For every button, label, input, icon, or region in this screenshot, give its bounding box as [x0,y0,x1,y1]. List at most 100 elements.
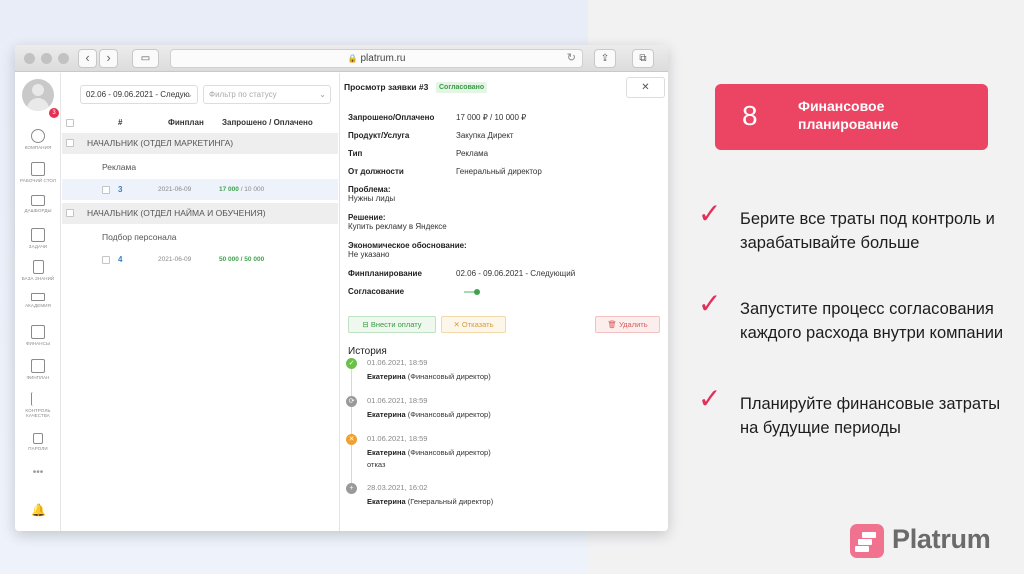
field-label: Финпланирование [348,269,422,278]
period-filter-select[interactable]: 02.06 - 09.06.2021 - Следую ⌄ [80,85,198,104]
forward-icon[interactable]: › [99,49,118,68]
lock-icon: 🔒 [347,54,358,63]
reject-button[interactable]: ✕ Отказать [441,316,506,333]
section-heading: Финансовое планирование [798,98,899,132]
history-author: Екатерина (Финансовый директор) [367,372,491,381]
table-header: # Финплан Запрошено / Оплачено [62,115,338,131]
platrum-logo-icon [850,524,884,558]
sidebar-item-label: ФИНПЛАН [26,375,50,380]
table-row[interactable]: 4 2021-06-09 50 000 / 50 000 [62,249,338,270]
sidebar-item-label: КОНТРОЛЬ КАЧЕСТВА [25,408,51,418]
reject-button-label: Отказать [461,320,494,329]
academy-icon [31,293,45,301]
field-value: Нужны лиды [348,194,396,203]
window-close-dot[interactable] [24,53,35,64]
reject-icon: ✕ [453,320,460,329]
delete-button-label: Удалить [618,320,648,329]
group-title: НАЧАЛЬНИК (ОТДЕЛ МАРКЕТИНГА) [87,138,234,148]
sidebar-item-dashboards[interactable]: ДАШБОРДЫ [15,195,61,213]
sidebar-item-finance[interactable]: ФИНАНСЫ [15,325,61,346]
field-value: Купить рекламу в Яндексе [348,222,447,231]
row-checkbox[interactable] [102,256,110,264]
checkmark-icon: ✓ [698,383,722,414]
field-finplan: Финпланирование 02.06 - 09.06.2021 - Сле… [348,269,575,278]
field-label: Решение: [348,213,386,222]
back-icon[interactable]: ‹ [78,49,97,68]
field-economic-justification: Экономическое обоснование: Не указано [348,241,467,259]
status-filter-select[interactable]: Фильтр по статусу ⌄ [203,85,331,104]
finance-icon [31,325,45,339]
history-author-name: Екатерина [367,372,406,381]
row-number: 4 [118,255,123,264]
feature-text: Планируйте финансовые затраты на будущие… [740,395,1001,437]
sidebar-item-academy[interactable]: АКАДЕМИЯ [15,293,61,308]
group-checkbox[interactable] [66,139,74,147]
sidebar-item-passwords[interactable]: ПАРОЛИ [15,433,61,451]
section-number-card: 8 Финансовое планирование [715,84,988,150]
history-date: 01.06.2021, 18:59 [367,434,428,443]
history-title: История [348,346,387,357]
checkmark-icon: ✓ [698,198,722,229]
row-amount-total: / 10 000 [238,186,265,193]
request-detail-panel: Просмотр заявки #3 Согласовано ✕ Запроше… [339,73,668,531]
delete-button[interactable]: 🗑 Удалить [595,316,660,333]
chevron-down-icon: ⌄ [186,90,193,99]
platrum-logo-text: Platrum [892,524,991,554]
history-author-role: (Финансовый директор) [405,410,491,419]
pay-button[interactable]: ⊟ Внести оплату [348,316,436,333]
feature-text: Запустите процесс согласования каждого р… [740,300,1004,342]
browser-window: ‹ › ▭ 🔒 platrum.ru ↻ ⇪ ⧉ 3 КОМПАНИЯ РАБОЧ… [15,45,668,531]
field-product: Продукт/Услуга Закупка Директ [348,131,514,140]
browser-titlebar: ‹ › ▭ 🔒 platrum.ru ↻ ⇪ ⧉ [15,45,668,72]
window-minimize-dot[interactable] [41,53,52,64]
history-author: Екатерина (Финансовый директор) [367,410,491,419]
window-maximize-dot[interactable] [58,53,69,64]
table-row[interactable]: 3 2021-06-09 17 000 / 10 000 [62,179,338,200]
field-label: Тип [348,149,363,158]
share-icon[interactable]: ⇪ [594,49,616,68]
dashboard-icon [31,195,45,206]
field-value: Реклама [456,149,489,158]
created-icon: + [346,483,357,494]
sidebar-item-desktop[interactable]: РАБОЧИЙ СТОЛ [15,162,61,183]
tabs-icon[interactable]: ⧉ [632,49,654,68]
field-label: Согласование [348,287,405,296]
group-row[interactable]: НАЧАЛЬНИК (ОТДЕЛ НАЙМА И ОБУЧЕНИЯ) [62,203,338,224]
history-note: отказ [367,460,386,469]
row-date: 2021-06-09 [158,186,192,193]
sidebar-item-quality-control[interactable]: КОНТРОЛЬ КАЧЕСТВА [15,392,61,418]
select-all-checkbox[interactable] [66,119,74,127]
history-author: Екатерина (Генеральный директор) [367,497,493,506]
history-author-name: Екатерина [367,448,406,457]
pending-icon: ⟳ [346,396,357,407]
close-button[interactable]: ✕ [626,77,665,98]
sidebar-item-tasks[interactable]: ЗАДАЧИ [15,228,61,249]
sidebar-item-label: КОМПАНИЯ [24,145,52,150]
field-value: Не указано [348,250,390,259]
sidebar-item-label: БАЗА ЗНАНИЙ [21,276,55,281]
approval-toggle[interactable] [464,289,480,295]
row-amount-paid: 17 000 [219,186,239,193]
bell-icon[interactable]: 🔔 [31,503,46,517]
avatar[interactable] [22,79,54,111]
address-bar[interactable]: 🔒 platrum.ru ↻ [170,49,583,68]
history-author-role: (Финансовый директор) [405,448,491,457]
sidebar-more-icon[interactable]: ••• [15,467,61,478]
field-value: Закупка Директ [456,131,514,140]
sidebar-item-knowledge-base[interactable]: БАЗА ЗНАНИЙ [15,260,61,281]
sidebar-item-label: РАБОЧИЙ СТОЛ [20,178,56,183]
subgroup-row[interactable]: Реклама [62,157,338,178]
field-from-position: От должности Генеральный директор [348,167,542,176]
status-badge: Согласовано [436,82,488,93]
pay-icon: ⊟ [362,320,369,329]
sidebar-item-company[interactable]: КОМПАНИЯ [15,129,61,150]
sidebar-toggle-icon[interactable]: ▭ [132,49,159,68]
sidebar-item-finplan[interactable]: ФИНПЛАН [15,359,61,380]
checkmark-icon: ✓ [698,288,722,319]
group-row[interactable]: НАЧАЛЬНИК (ОТДЕЛ МАРКЕТИНГА) [62,133,338,154]
row-checkbox[interactable] [102,186,110,194]
subgroup-row[interactable]: Подбор персонала [62,227,338,248]
group-checkbox[interactable] [66,209,74,217]
notification-badge: 3 [49,108,59,118]
reload-icon[interactable]: ↻ [567,50,576,67]
